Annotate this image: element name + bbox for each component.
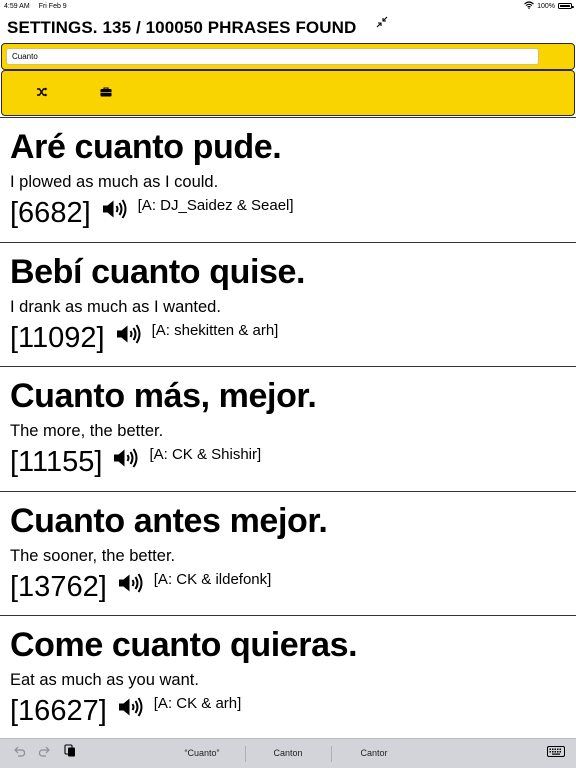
keyboard-suggestion-2[interactable]: Canton [273, 748, 302, 758]
phrase-translation: I drank as much as I wanted. [10, 297, 221, 316]
keyboard-suggestion-3[interactable]: Cantor [360, 748, 387, 758]
battery-percent: 100% [537, 2, 555, 10]
phrase-list: Aré cuanto pude. I plowed as much as I c… [0, 117, 576, 738]
speaker-icon[interactable] [118, 696, 146, 718]
collapse-arrows-icon [376, 15, 388, 33]
phrase-card[interactable]: Cuanto más, mejor. The more, the better.… [0, 367, 576, 492]
phrase-translation: The sooner, the better. [10, 546, 176, 565]
phrase-card[interactable]: Aré cuanto pude. I plowed as much as I c… [0, 118, 576, 243]
phrase-id: [11092] [10, 321, 105, 354]
speaker-icon[interactable] [102, 198, 130, 220]
phrase-card[interactable]: Come cuanto quieras. Eat as much as you … [0, 616, 576, 738]
status-right: 100% [524, 1, 574, 11]
shuffle-button[interactable] [34, 85, 50, 101]
redo-button[interactable] [37, 746, 51, 760]
keyboard-shortcut-bar: “Cuanto” Canton Cantor [0, 738, 576, 768]
briefcase-icon [100, 84, 112, 102]
shuffle-icon [36, 84, 48, 102]
phrase-text: Cuanto antes mejor. [10, 501, 328, 540]
phrase-attribution: [A: CK & ildefonk] [153, 570, 272, 588]
search-input[interactable] [6, 48, 539, 65]
keyboard-suggestion-1[interactable]: “Cuanto” [184, 748, 219, 758]
search-bar [1, 43, 575, 70]
phrase-translation: Eat as much as you want. [10, 671, 199, 689]
wifi-icon [524, 1, 534, 11]
battery-fill [560, 5, 570, 7]
toolbar [1, 70, 575, 116]
keyboard-toggle-button[interactable] [547, 746, 565, 760]
paste-icon [64, 744, 76, 762]
undo-icon [13, 744, 26, 762]
phrase-meta: [11092] [A: shekitten & arh] [10, 321, 278, 355]
phrase-text: Come cuanto quieras. [10, 626, 358, 664]
phrase-card[interactable]: Bebí cuanto quise. I drank as much as I … [0, 243, 576, 367]
page-title[interactable]: SETTINGS. 135 / 100050 PHRASES FOUND [7, 18, 356, 38]
phrase-attribution: [A: shekitten & arh] [151, 321, 279, 339]
phrase-id: [16627] [10, 695, 107, 727]
phrase-attribution: [A: CK & Shishir] [149, 446, 262, 463]
paste-button[interactable] [63, 744, 77, 762]
speaker-icon[interactable] [118, 572, 146, 594]
phrase-attribution: [A: CK & arh] [153, 695, 242, 712]
phrase-translation: The more, the better. [10, 422, 164, 440]
phrase-meta: [11155] [A: CK & Shishir] [10, 445, 261, 479]
phrase-card[interactable]: Cuanto antes mejor. The sooner, the bett… [0, 492, 576, 616]
phrase-text: Aré cuanto pude. [10, 128, 282, 166]
phrase-id: [6682] [10, 197, 91, 229]
suggestion-divider [331, 746, 332, 762]
phrase-meta: [6682] [A: DJ_Saidez & Seael] [10, 196, 294, 230]
title-row: SETTINGS. 135 / 100050 PHRASES FOUND [0, 14, 576, 40]
undo-button[interactable] [12, 746, 26, 760]
phrase-meta: [16627] [A: CK & arh] [10, 694, 241, 728]
status-date: Fri Feb 9 [38, 2, 67, 10]
keyboard-icon [547, 744, 565, 762]
status-bar: 4:59 AM Fri Feb 9 100% [0, 0, 576, 12]
collapse-button[interactable] [374, 16, 390, 32]
status-time: 4:59 AM [4, 2, 30, 10]
phrase-text: Bebí cuanto quise. [10, 252, 306, 291]
suggestion-divider [245, 746, 246, 762]
status-left: 4:59 AM Fri Feb 9 [4, 3, 67, 10]
speaker-icon[interactable] [116, 323, 144, 345]
phrase-translation: I plowed as much as I could. [10, 173, 219, 191]
phrase-id: [11155] [10, 446, 103, 478]
phrase-meta: [13762] [A: CK & ildefonk] [10, 570, 271, 604]
phrase-id: [13762] [10, 570, 107, 603]
phrase-attribution: [A: DJ_Saidez & Seael] [137, 197, 294, 214]
phrase-text: Cuanto más, mejor. [10, 377, 317, 415]
speaker-icon[interactable] [113, 447, 141, 469]
redo-icon [38, 744, 51, 762]
battery-icon [558, 3, 574, 9]
briefcase-button[interactable] [98, 85, 114, 101]
